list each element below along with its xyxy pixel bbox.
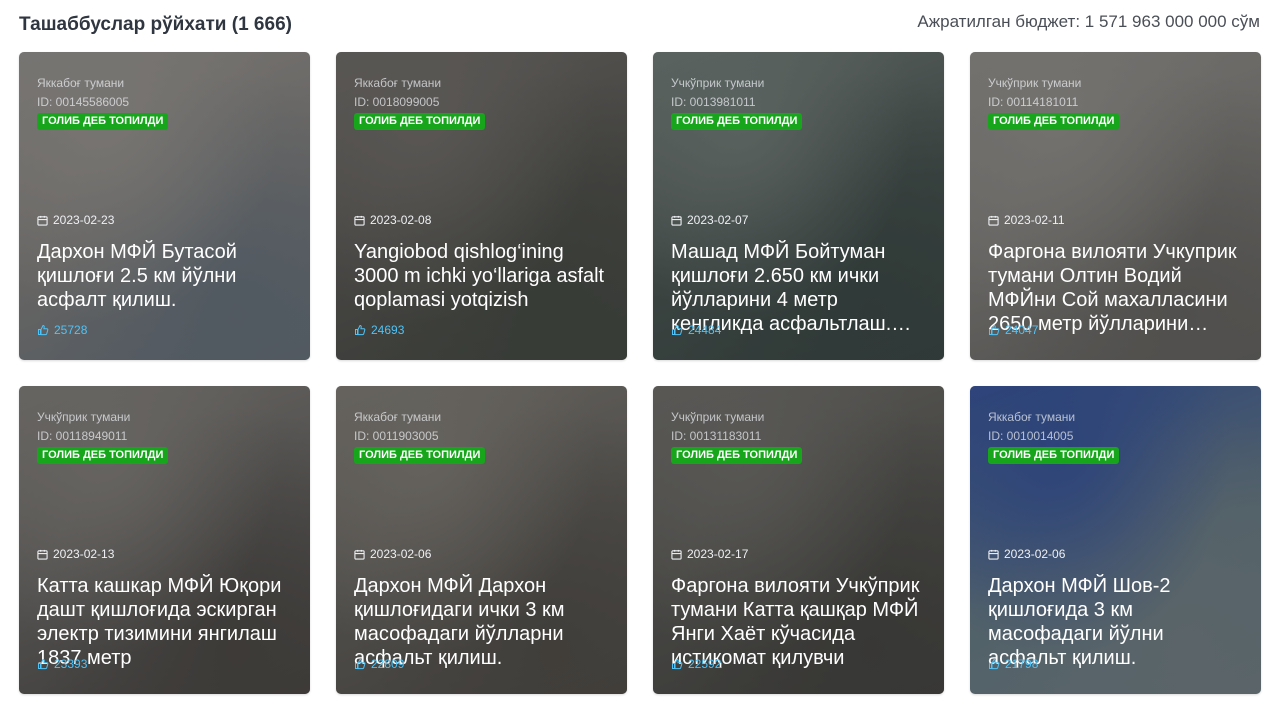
calendar-icon (354, 215, 365, 226)
card-district: Учкўприк тумани (671, 410, 765, 424)
card-date-text: 2023-02-06 (370, 547, 432, 561)
card-likes[interactable]: 23393 (37, 657, 87, 671)
thumbs-up-icon (672, 658, 683, 670)
initiative-card[interactable]: Яккабоғ тумани ID: 0018099005 ГОЛИБ ДЕБ … (336, 52, 627, 360)
card-date-text: 2023-02-23 (53, 213, 115, 227)
card-date: 2023-02-06 (988, 547, 1065, 561)
calendar-icon (671, 215, 682, 226)
card-district: Яккабоғ тумани (354, 76, 442, 90)
card-date: 2023-02-13 (37, 547, 114, 561)
likes-count: 21798 (1005, 657, 1039, 671)
card-id: ID: 00118949011 (37, 429, 128, 443)
card-date: 2023-02-17 (671, 547, 748, 561)
card-date: 2023-02-06 (354, 547, 431, 561)
card-id: ID: 00131183011 (671, 429, 762, 443)
likes-count: 22592 (688, 657, 722, 671)
likes-count: 23393 (54, 657, 88, 671)
thumbs-up-icon (355, 324, 366, 336)
thumbs-up-icon (672, 324, 683, 336)
initiative-card[interactable]: Учкўприк тумани ID: 0013981011 ГОЛИБ ДЕБ… (653, 52, 944, 360)
initiative-card[interactable]: Учкўприк тумани ID: 00114181011 ГОЛИБ ДЕ… (970, 52, 1261, 360)
initiative-card[interactable]: Яккабоғ тумани ID: 0010014005 ГОЛИБ ДЕБ … (970, 386, 1261, 694)
initiatives-grid: Яккабоғ тумани ID: 00145586005 ГОЛИБ ДЕБ… (19, 52, 1262, 698)
card-title[interactable]: Дархон МФЙ Бутасой қишлоғи 2.5 км йўлни … (37, 240, 295, 312)
calendar-icon (37, 215, 48, 226)
thumbs-up-icon (989, 658, 1000, 670)
card-district: Яккабоғ тумани (988, 410, 1076, 424)
card-district: Учкўприк тумани (37, 410, 131, 424)
status-badge: ГОЛИБ ДЕБ ТОПИЛДИ (671, 447, 803, 464)
likes-count: 25728 (54, 323, 88, 337)
card-likes[interactable]: 21798 (988, 657, 1038, 671)
card-title[interactable]: Yangiobod qishlog‘ining 3000 m ichki yo‘… (354, 240, 612, 312)
status-badge: ГОЛИБ ДЕБ ТОПИЛДИ (37, 113, 169, 130)
card-id: ID: 00145586005 (37, 95, 130, 109)
status-badge: ГОЛИБ ДЕБ ТОПИЛДИ (671, 113, 803, 130)
card-date-text: 2023-02-11 (1004, 213, 1065, 227)
card-likes[interactable]: 24484 (671, 323, 721, 337)
initiative-card[interactable]: Учкўприк тумани ID: 00118949011 ГОЛИБ ДЕ… (19, 386, 310, 694)
card-date: 2023-02-11 (988, 213, 1065, 227)
card-title[interactable]: Машад МФЙ Бойтуман қишлоғи 2.650 км ички… (671, 240, 929, 336)
card-date: 2023-02-23 (37, 213, 114, 227)
initiative-card[interactable]: Учкўприк тумани ID: 00131183011 ГОЛИБ ДЕ… (653, 386, 944, 694)
initiative-card[interactable]: Яккабоғ тумани ID: 0011903005 ГОЛИБ ДЕБ … (336, 386, 627, 694)
card-title[interactable]: Дархон МФЙ Дархон қишлоғидаги ички 3 км … (354, 574, 612, 670)
card-id: ID: 0018099005 (354, 95, 440, 109)
card-district: Яккабоғ тумани (354, 410, 442, 424)
likes-count: 24484 (688, 323, 722, 337)
status-badge: ГОЛИБ ДЕБ ТОПИЛДИ (37, 447, 169, 464)
card-title[interactable]: Дархон МФЙ Шов-2 қишлоғида 3 км масофада… (988, 574, 1246, 670)
card-title[interactable]: Фаргона вилояти Учкўприк тумани Катта қа… (671, 574, 929, 670)
thumbs-up-icon (38, 658, 49, 670)
card-title[interactable]: Катта кашкар МФЙ Юқори дашт қишлоғида эс… (37, 574, 295, 670)
card-likes[interactable]: 25728 (37, 323, 87, 337)
card-date-text: 2023-02-08 (370, 213, 432, 227)
card-title[interactable]: Фаргона вилояти Учкуприк тумани Олтин Во… (988, 240, 1246, 336)
likes-count: 24047 (1005, 323, 1039, 337)
card-district: Яккабоғ тумани (37, 76, 125, 90)
likes-count: 24693 (371, 323, 405, 337)
calendar-icon (988, 549, 999, 560)
card-date-text: 2023-02-13 (53, 547, 115, 561)
card-district: Учкўприк тумани (671, 76, 765, 90)
card-id: ID: 00114181011 (988, 95, 1079, 109)
page-title: Ташаббуслар рўйхати (1 666) (19, 14, 292, 35)
card-id: ID: 0011903005 (354, 429, 439, 443)
thumbs-up-icon (355, 658, 366, 670)
calendar-icon (671, 549, 682, 560)
calendar-icon (354, 549, 365, 560)
card-likes[interactable]: 22809 (354, 657, 404, 671)
status-badge: ГОЛИБ ДЕБ ТОПИЛДИ (988, 113, 1120, 130)
likes-count: 22809 (371, 657, 405, 671)
status-badge: ГОЛИБ ДЕБ ТОПИЛДИ (988, 447, 1120, 464)
card-date: 2023-02-08 (354, 213, 431, 227)
card-id: ID: 0010014005 (988, 429, 1074, 443)
card-district: Учкўприк тумани (988, 76, 1082, 90)
page-header: Ташаббуслар рўйхати (1 666) Ажратилган б… (0, 0, 1280, 52)
calendar-icon (988, 215, 999, 226)
status-badge: ГОЛИБ ДЕБ ТОПИЛДИ (354, 447, 486, 464)
card-likes[interactable]: 22592 (671, 657, 721, 671)
card-date-text: 2023-02-07 (687, 213, 749, 227)
card-date-text: 2023-02-17 (687, 547, 749, 561)
card-date: 2023-02-07 (671, 213, 748, 227)
initiative-card[interactable]: Яккабоғ тумани ID: 00145586005 ГОЛИБ ДЕБ… (19, 52, 310, 360)
card-id: ID: 0013981011 (671, 95, 756, 109)
card-likes[interactable]: 24047 (988, 323, 1038, 337)
budget-total: Ажратилган бюджет: 1 571 963 000 000 сўм (917, 12, 1260, 31)
card-date-text: 2023-02-06 (1004, 547, 1066, 561)
calendar-icon (37, 549, 48, 560)
thumbs-up-icon (989, 324, 1000, 336)
thumbs-up-icon (38, 324, 49, 336)
card-likes[interactable]: 24693 (354, 323, 404, 337)
status-badge: ГОЛИБ ДЕБ ТОПИЛДИ (354, 113, 486, 130)
